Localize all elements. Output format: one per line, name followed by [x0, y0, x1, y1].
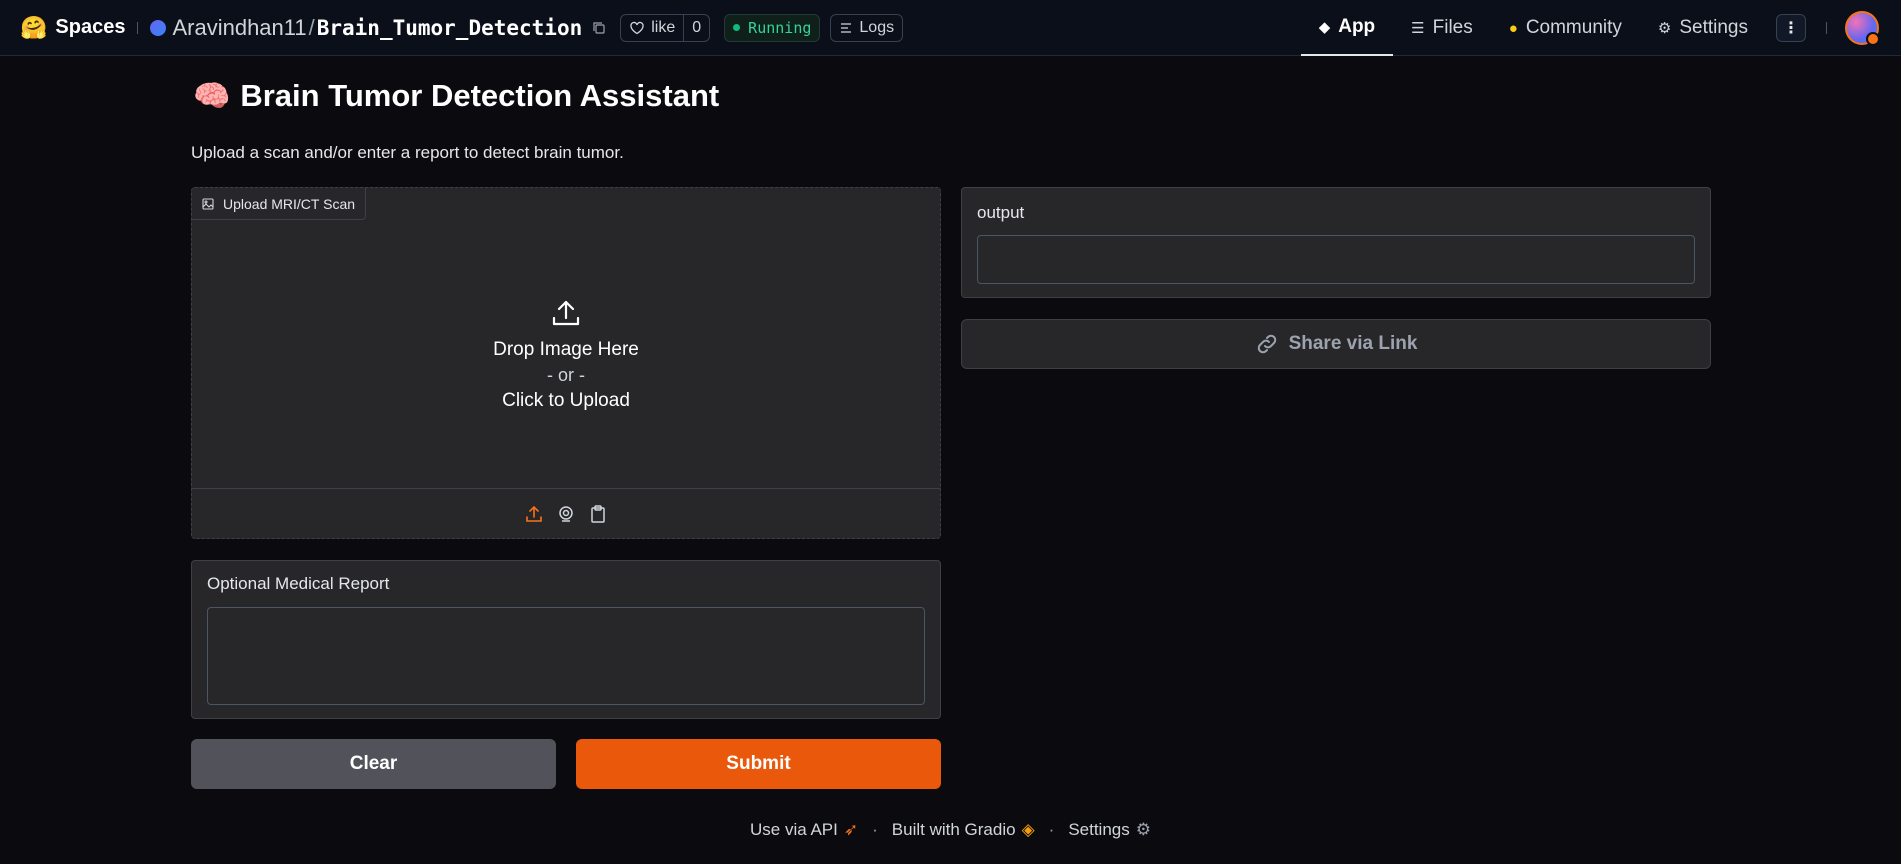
copy-icon[interactable]: [592, 21, 606, 35]
breadcrumb-separator: /: [308, 14, 315, 40]
built-label: Built with Gradio: [891, 820, 1016, 839]
like-label: like: [651, 18, 676, 36]
community-icon: ●: [1508, 19, 1518, 37]
image-upload-dropzone[interactable]: Upload MRI/CT Scan Drop Image Here - or …: [191, 187, 941, 539]
page-title-text: Brain Tumor Detection Assistant: [240, 78, 720, 113]
page-description: Upload a scan and/or enter a report to d…: [191, 143, 624, 162]
cube-icon: ◆: [1318, 19, 1331, 36]
like-segment: like: [621, 15, 683, 41]
owner-avatar: [150, 19, 167, 36]
upload-source-icon[interactable]: [524, 504, 544, 524]
hugging-face-logo-icon: 🤗: [20, 14, 48, 40]
footer: Use via API ➶ · Built with Gradio ◈ · Sett…: [0, 820, 1901, 840]
upload-icon: [552, 300, 580, 325]
tab-community[interactable]: ● Community: [1491, 0, 1640, 56]
drop-area[interactable]: Drop Image Here - or - Click to Upload: [192, 220, 940, 488]
tab-app[interactable]: ◆ App: [1300, 0, 1394, 56]
webcam-icon[interactable]: [556, 504, 576, 524]
tab-label: Community: [1525, 17, 1622, 38]
repo-name-link[interactable]: Brain_Tumor_Detection: [317, 16, 583, 40]
use-api-label: Use via API: [749, 820, 838, 839]
page-title: 🧠 Brain Tumor Detection Assistant: [193, 78, 719, 114]
footer-settings-label: Settings: [1068, 820, 1130, 839]
clear-button[interactable]: Clear: [191, 739, 556, 789]
brain-icon: 🧠: [193, 79, 231, 113]
logs-label: Logs: [859, 18, 895, 36]
like-count: 0: [683, 14, 709, 41]
top-navbar: 🤗 Spaces Aravindhan11 / Brain_Tumor_Dete…: [0, 0, 1901, 56]
output-label: output: [977, 203, 1025, 222]
tab-files[interactable]: ☰ Files: [1393, 0, 1491, 56]
rocket-icon: ➶: [843, 820, 859, 839]
footer-separator: ·: [1048, 820, 1055, 839]
tab-settings[interactable]: ⚙ Settings: [1640, 0, 1766, 56]
footer-settings-link[interactable]: Settings ⚙: [1068, 820, 1151, 840]
nav-tabs: ◆ App ☰ Files ● Community ⚙ Settings ⋮: [1300, 0, 1901, 56]
share-link-button[interactable]: Share via Link: [961, 319, 1711, 369]
upload-source-toolbar: [192, 488, 940, 538]
kebab-icon: ⋮: [1783, 20, 1799, 37]
gear-icon: ⚙: [1657, 20, 1672, 37]
image-icon: [202, 197, 214, 210]
gradio-logo-icon: ◈: [1021, 820, 1035, 839]
divider: [137, 21, 139, 34]
upload-label-text: Upload MRI/CT Scan: [223, 195, 356, 212]
or-text: - or -: [547, 364, 585, 385]
logs-button[interactable]: Logs: [830, 13, 904, 42]
output-textbox[interactable]: [977, 235, 1695, 284]
submit-button[interactable]: Submit: [576, 739, 941, 789]
link-icon: [1257, 334, 1276, 354]
spaces-brand-link[interactable]: 🤗 Spaces: [20, 15, 125, 41]
status-dot-icon: [733, 24, 741, 31]
tab-label: Files: [1432, 17, 1473, 38]
drop-text: Drop Image Here: [493, 338, 639, 360]
gear-icon: ⚙: [1135, 820, 1151, 839]
divider: [1826, 22, 1827, 34]
tab-label: Settings: [1679, 17, 1748, 38]
medical-report-panel: Optional Medical Report: [191, 560, 941, 719]
upload-label: Upload MRI/CT Scan: [192, 188, 367, 220]
status-badge[interactable]: Running: [724, 13, 821, 42]
like-button[interactable]: like 0: [620, 13, 711, 42]
files-icon: ☰: [1411, 20, 1425, 37]
output-panel: output: [961, 187, 1711, 298]
heart-icon: [630, 21, 644, 34]
use-api-link[interactable]: Use via API ➶: [750, 820, 858, 840]
report-label: Optional Medical Report: [207, 574, 390, 593]
share-label: Share via Link: [1288, 333, 1418, 354]
owner-link[interactable]: Aravindhan11: [172, 15, 306, 41]
click-upload-text: Click to Upload: [502, 389, 630, 411]
status-text: Running: [748, 18, 812, 37]
built-with-gradio-link[interactable]: Built with Gradio ◈: [892, 820, 1035, 840]
footer-separator: ·: [872, 820, 878, 839]
user-avatar[interactable]: [1845, 11, 1880, 46]
report-textarea[interactable]: [207, 607, 925, 705]
repo-breadcrumb: Aravindhan11 / Brain_Tumor_Detection: [150, 15, 606, 41]
tab-label: App: [1338, 16, 1376, 37]
brand-label: Spaces: [55, 16, 126, 38]
logs-icon: [841, 22, 852, 33]
clipboard-icon[interactable]: [588, 504, 608, 524]
more-menu-button[interactable]: ⋮: [1776, 14, 1806, 42]
